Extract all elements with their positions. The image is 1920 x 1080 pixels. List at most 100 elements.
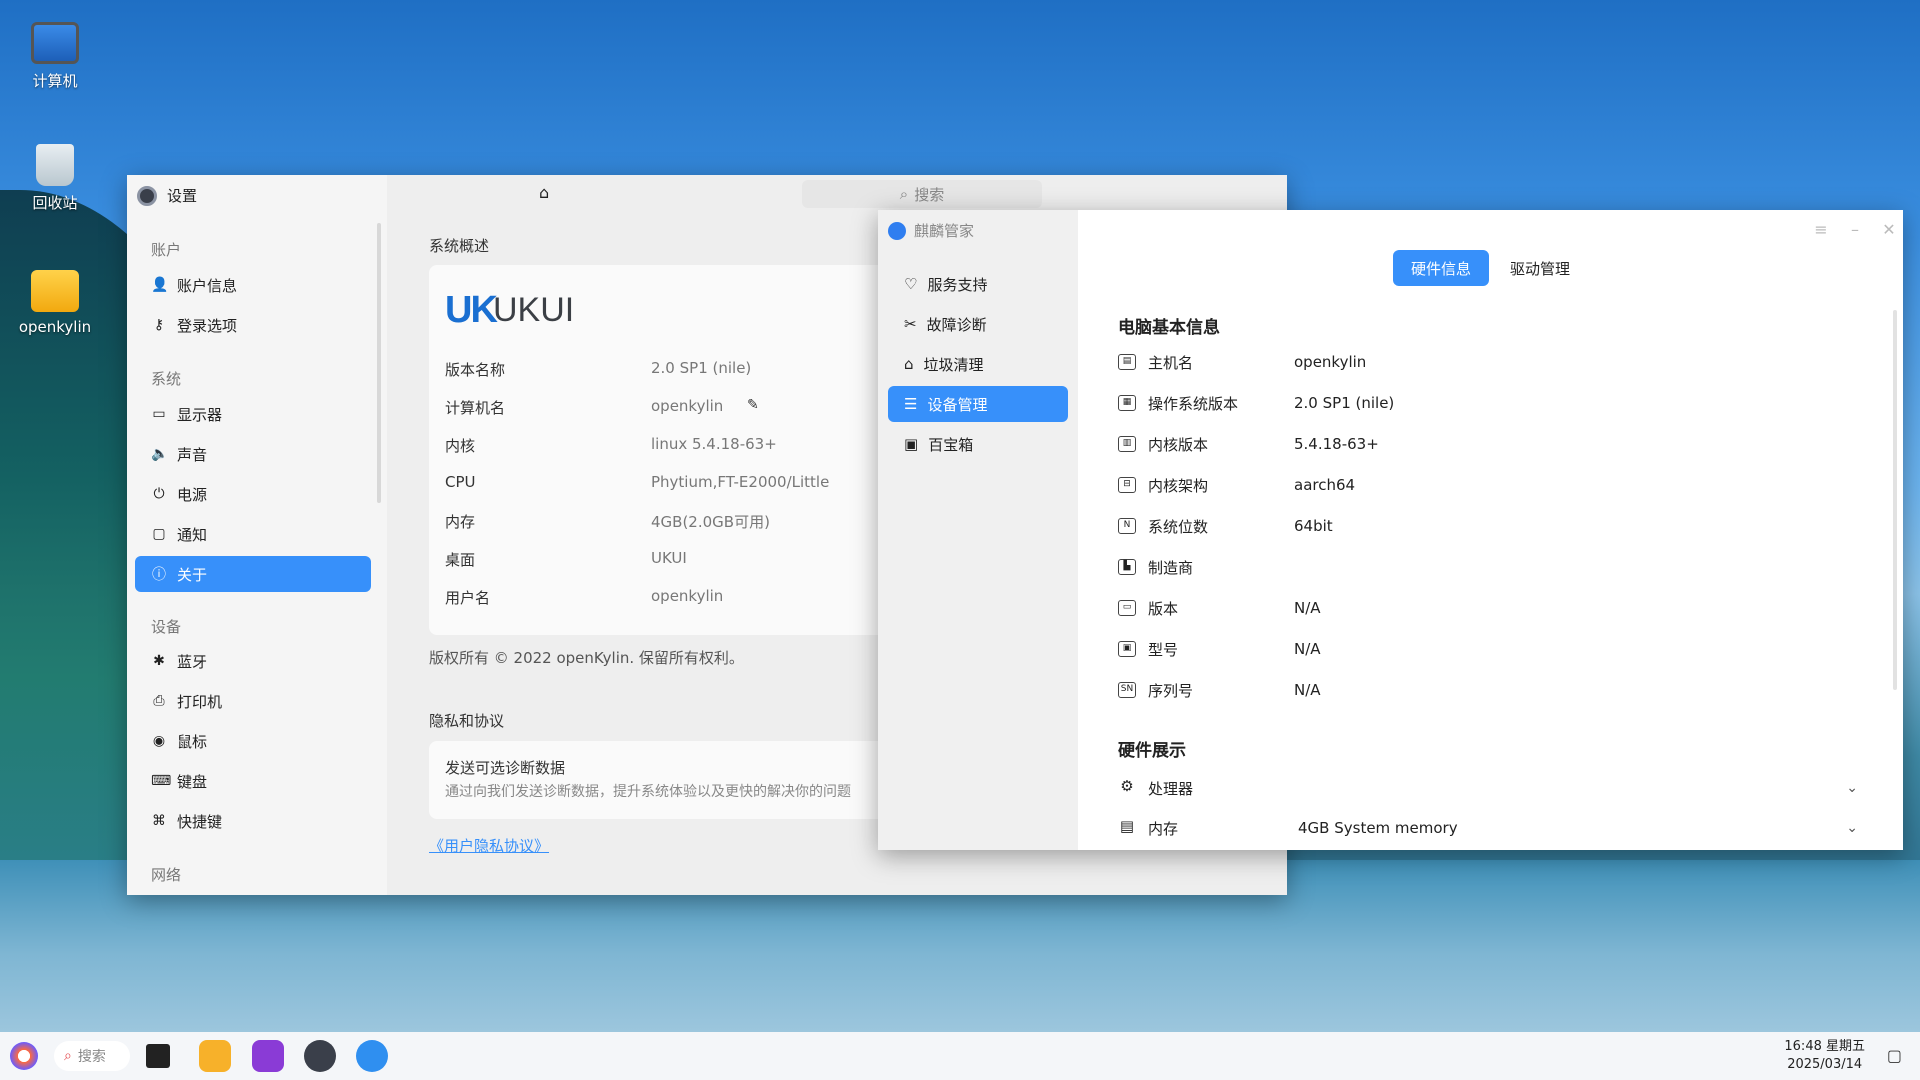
kylin-scrollbar[interactable] [1893,310,1897,690]
basic-info-value: 2.0 SP1 (nile) [1294,394,1395,412]
keyboard-icon: ⌨ [151,773,172,789]
shield-icon [888,221,906,240]
kylin-manager-taskbar-icon[interactable] [356,1040,388,1072]
chevron-down-icon[interactable]: ⌄ [1846,820,1858,836]
tab-driver-management[interactable]: 驱动管理 [1492,250,1588,286]
overview-row-value: linux 5.4.18-63+ [651,435,777,453]
kylin-titlebar: 麒麟管家 [888,220,974,241]
overview-row-label: 桌面 [445,551,476,569]
info-row-icon: ▭ [1118,600,1136,616]
kylin-item-toolbox[interactable]: ▣ 百宝箱 [888,426,1068,462]
box-icon: ▣ [904,435,919,453]
info-icon: ⓘ [152,567,166,583]
menu-icon[interactable]: ≡ [1810,218,1832,240]
screenshot-app-icon[interactable] [252,1040,284,1072]
group-network: 网络 [151,866,182,884]
broom-icon: ⌂ [904,355,914,373]
sidebar-item-login-options[interactable]: ⚷ 登录选项 [135,307,371,343]
kylin-item-service[interactable]: ♡ 服务支持 [888,266,1068,302]
basic-info-row: ▤ 主机名 openkylin [1118,347,1858,377]
sidebar-item-sound[interactable]: 🔈 声音 [135,436,371,472]
basic-info-value: 64bit [1294,517,1333,535]
basic-info-label: 系统位数 [1148,517,1209,536]
overview-row-label: 内存 [445,513,476,531]
multitask-view-icon[interactable] [146,1044,170,1068]
sidebar-item-mouse[interactable]: ◉ 鼠标 [135,723,371,759]
sidebar-item-notification[interactable]: ▢ 通知 [135,516,371,552]
desktop-icon-label: 计算机 [32,72,78,90]
kylin-main: ≡ – ✕ 硬件信息 驱动管理 电脑基本信息 ▤ 主机名 openkylin ▦ 操作系… [1078,210,1903,850]
kylin-item-device[interactable]: ☰ 设备管理 [888,386,1068,422]
sidebar-item-shortcut[interactable]: ⌘ 快捷键 [135,803,371,839]
basic-info-value: openkylin [1294,353,1367,371]
sidebar-item-about[interactable]: ⓘ 关于 [135,556,371,592]
minimize-button[interactable]: – [1844,218,1866,240]
overview-row-label: CPU [445,473,476,491]
overview-title: 系统概述 [429,237,490,255]
clock-time: 16:48 星期五 [1784,1039,1865,1054]
settings-taskbar-icon[interactable] [304,1040,336,1072]
monitor-icon: ▭ [152,406,166,422]
basic-info-row: ▙ 制造商 [1118,552,1858,582]
file-manager-icon[interactable] [199,1040,231,1072]
home-icon[interactable]: ⌂ [539,183,549,202]
copyright-text: 版权所有 © 2022 openKylin. 保留所有权利。 [429,649,744,667]
menu-icon[interactable]: ≡ [1283,183,1287,205]
sidebar-item-power[interactable]: ⏻ 电源 [135,476,371,512]
basic-info-label: 内核版本 [1148,435,1209,454]
hardware-row[interactable]: ⚙ 处理器 ⌄ [1118,773,1858,803]
sidebar-item-account-info[interactable]: 👤 账户信息 [135,267,371,303]
desktop-icon-label: openkylin [18,318,92,336]
tab-hardware-info[interactable]: 硬件信息 [1393,250,1490,286]
settings-app-icon [137,185,157,206]
notification-icon[interactable]: ▢ [1887,1046,1902,1065]
start-menu-icon[interactable] [10,1042,38,1070]
search-icon: ⌕ [64,1048,72,1064]
ukui-logo-text: UKUI [493,291,575,329]
basic-info-row: ▦ 操作系统版本 2.0 SP1 (nile) [1118,388,1858,418]
trash-icon [36,144,74,186]
printer-icon: ⎙ [153,693,165,709]
user-icon: 👤 [151,277,169,293]
basic-info-label: 型号 [1148,640,1179,659]
hardware-icon: ▤ [1119,817,1135,835]
kylin-manager-window: 麒麟管家 ♡ 服务支持 ✂ 故障诊断 ⌂ 垃圾清理 ☰ 设备管理 ▣ 百宝箱 ≡ – ✕ … [878,210,1903,850]
overview-row-label: 用户名 [445,589,491,607]
privacy-option-title: 发送可选诊断数据 [445,759,566,777]
clock-date: 2025/03/14 [1787,1057,1863,1072]
overview-row-label: 版本名称 [445,361,506,379]
group-device: 设备 [151,618,182,636]
sidebar-item-bluetooth[interactable]: ✱ 蓝牙 [135,643,371,679]
privacy-policy-link[interactable]: 《用户隐私协议》 [429,835,549,856]
settings-titlebar: 设置 [137,185,197,206]
overview-row-value: UKUI [651,549,687,567]
kylin-item-diagnose[interactable]: ✂ 故障诊断 [888,306,1068,342]
settings-search-input[interactable]: ⌕ 搜索 [802,180,1042,208]
desktop-icon-home-folder[interactable]: openkylin [10,270,100,336]
heart-icon: ♡ [904,275,918,293]
sidebar-scrollbar[interactable] [377,223,381,503]
basic-info-row: ▥ 内核版本 5.4.18-63+ [1118,429,1858,459]
sidebar-item-printer[interactable]: ⎙ 打印机 [135,683,371,719]
taskbar-search[interactable]: ⌕ 搜索 [54,1041,130,1071]
edit-hostname-icon[interactable]: ✎ [747,397,759,413]
key-icon: ⚷ [153,317,165,333]
close-button[interactable]: ✕ [1878,218,1900,240]
overview-row-value: openkylin [651,397,724,415]
info-row-icon: ⊟ [1118,477,1136,493]
bluetooth-icon: ✱ [153,653,165,669]
chevron-down-icon[interactable]: ⌄ [1846,780,1858,796]
overview-row-value: 2.0 SP1 (nile) [651,359,752,377]
basic-info-row: ▭ 版本 N/A [1118,593,1858,623]
sidebar-item-keyboard[interactable]: ⌨ 键盘 [135,763,371,799]
basic-info-row: N 系统位数 64bit [1118,511,1858,541]
kylin-item-cleanup[interactable]: ⌂ 垃圾清理 [888,346,1068,382]
hardware-row[interactable]: ▤ 内存 4GB System memory ⌄ [1118,813,1858,843]
desktop-icon-trash[interactable]: 回收站 [10,144,100,213]
sidebar-item-display[interactable]: ▭ 显示器 [135,396,371,432]
clock[interactable]: 16:48 星期五 2025/03/14 [1784,1038,1865,1074]
desktop-icon-computer[interactable]: 计算机 [10,22,100,91]
basic-info-value: N/A [1294,640,1321,658]
overview-row-label: 内核 [445,437,476,455]
desktop-icon-label: 回收站 [32,194,78,212]
